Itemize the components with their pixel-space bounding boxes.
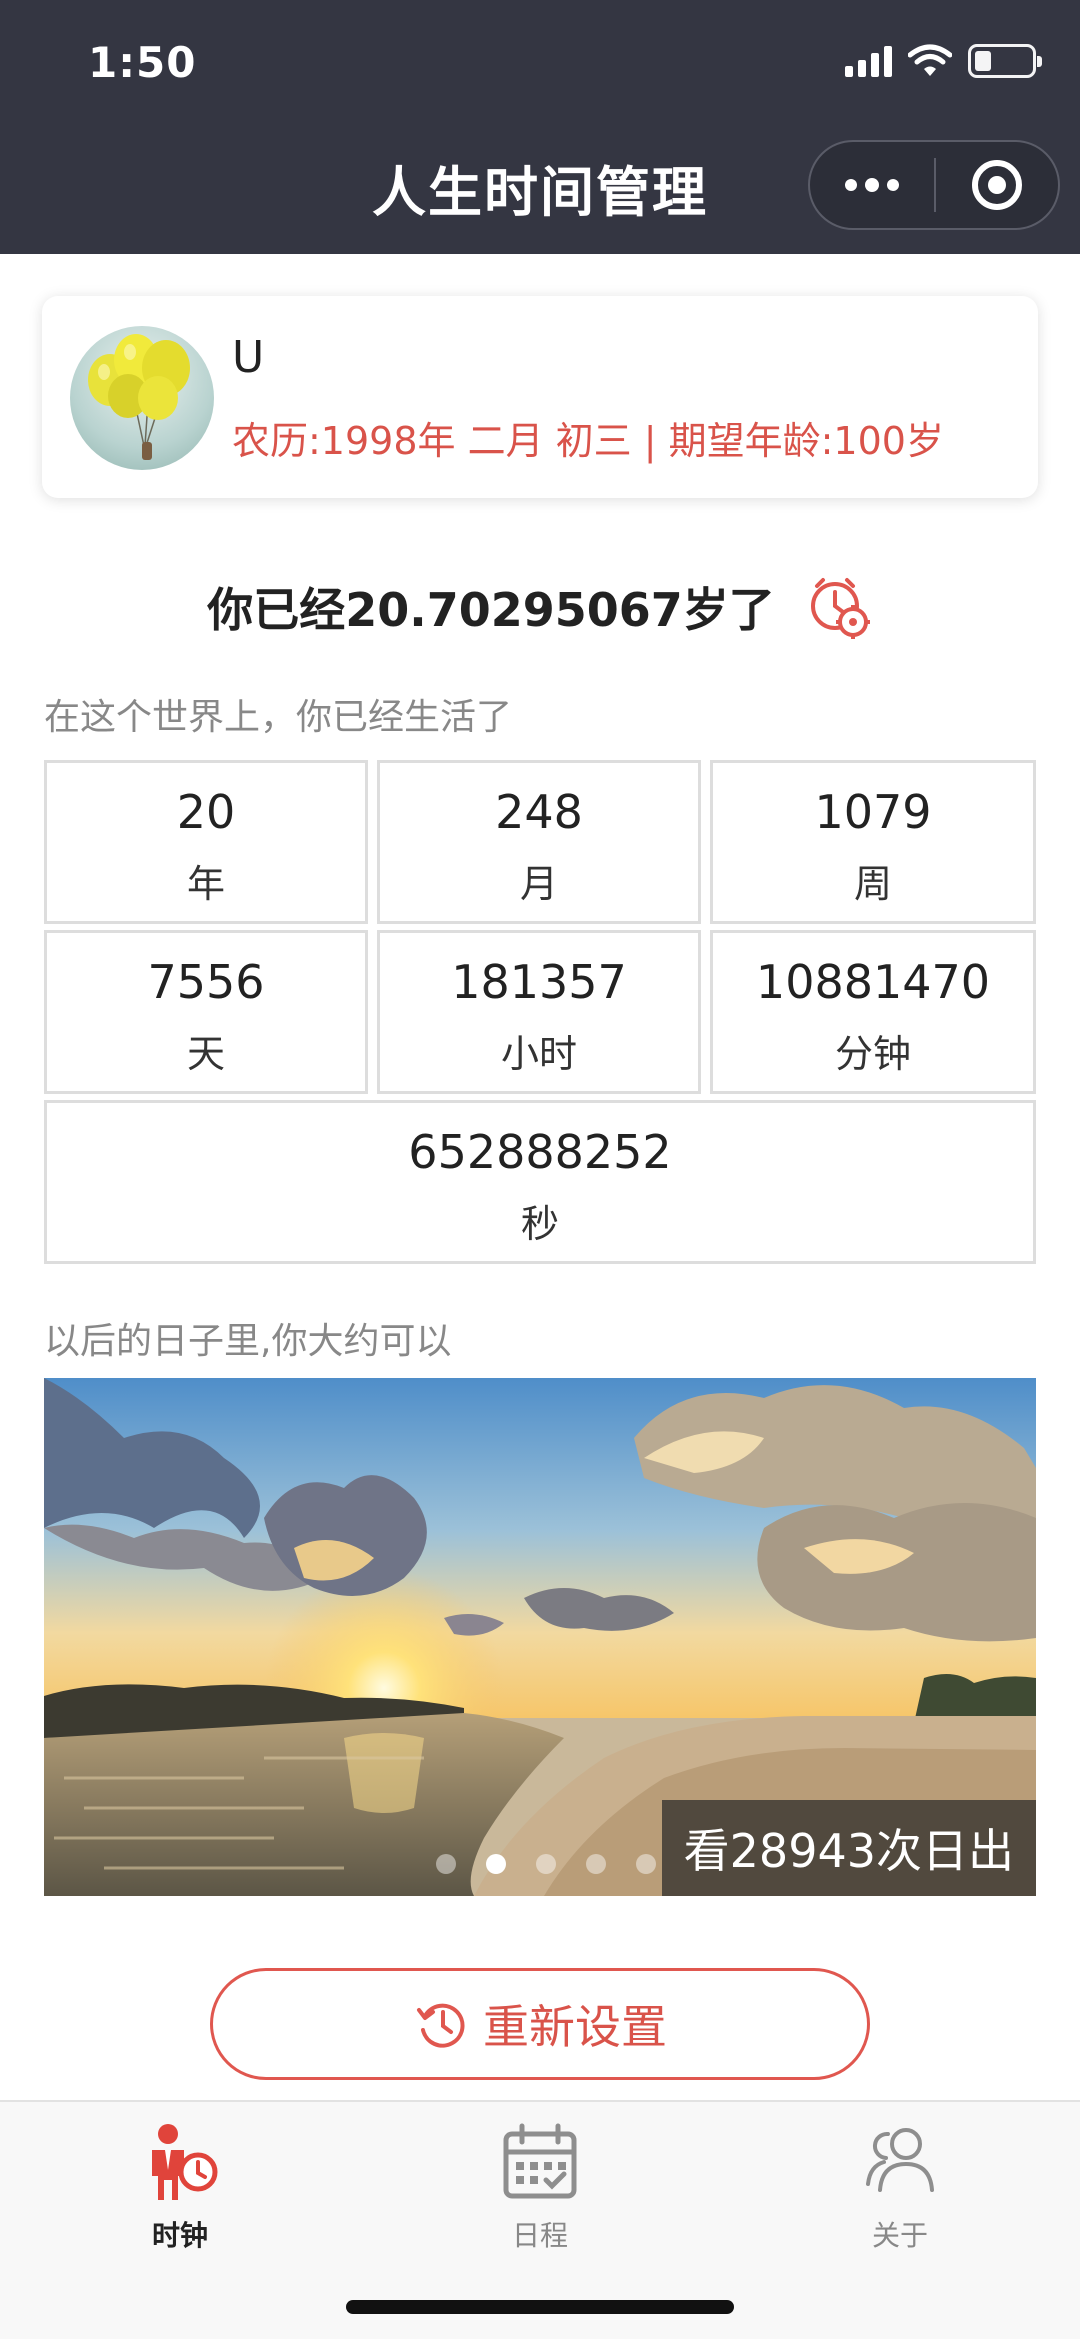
stat-unit: 年 (186, 862, 225, 906)
carousel-dot-active[interactable] (486, 1854, 506, 1874)
stat-value: 7556 (147, 955, 265, 1009)
cellular-signal-icon (845, 45, 892, 77)
stat-value: 652888252 (408, 1125, 672, 1179)
mini-program-capsule (808, 140, 1060, 230)
banner-caption: 看28943次日出 (661, 1800, 1036, 1896)
status-icons (845, 44, 1042, 78)
carousel-dots[interactable] (436, 1854, 656, 1874)
stat-unit: 天 (186, 1032, 225, 1076)
stat-value: 10881470 (755, 955, 991, 1009)
stat-weeks: 1079 周 (710, 760, 1036, 924)
stat-unit: 月 (519, 862, 558, 906)
top-bar: 1:50 人生时间管理 (0, 0, 1080, 254)
reset-button[interactable]: 重新设置 (210, 1968, 870, 2080)
stat-value: 181357 (451, 955, 627, 1009)
lived-section-label: 在这个世界上，你已经生活了 (44, 697, 513, 738)
stat-days: 7556 天 (44, 930, 368, 1094)
sunrise-banner[interactable]: 看28943次日出 (44, 1378, 1036, 1896)
carousel-dot[interactable] (636, 1854, 656, 1874)
stat-months: 248 月 (377, 760, 701, 924)
carousel-dot[interactable] (436, 1854, 456, 1874)
profile-birth-info: 农历:1998年 二月 初三 | 期望年龄:100岁 (232, 419, 944, 463)
future-section-label: 以后的日子里,你大约可以 (44, 1321, 452, 1362)
stat-unit: 秒 (520, 1202, 559, 1246)
more-button[interactable] (810, 142, 934, 228)
tab-label: 日程 (511, 2219, 568, 2252)
stat-value: 20 (176, 785, 236, 839)
stat-unit: 小时 (500, 1032, 577, 1076)
clock-settings-icon[interactable] (807, 574, 873, 640)
target-icon (971, 160, 1022, 210)
stat-seconds: 652888252 秒 (44, 1100, 1036, 1264)
tab-label: 关于 (871, 2219, 928, 2252)
calendar-icon (503, 2123, 577, 2199)
stat-years: 20 年 (44, 760, 368, 924)
avatar (70, 326, 214, 470)
profile-name: U (232, 332, 265, 383)
home-indicator (346, 2300, 734, 2314)
stat-unit: 周 (853, 862, 892, 906)
stat-value: 1079 (814, 785, 932, 839)
tab-clock[interactable]: 时钟 (0, 2120, 360, 2254)
wifi-icon (908, 44, 952, 76)
stat-hours: 181357 小时 (377, 930, 701, 1094)
person-clock-icon (152, 2124, 218, 2200)
battery-icon (968, 44, 1042, 78)
stat-minutes: 10881470 分钟 (710, 930, 1036, 1094)
profile-card[interactable]: U 农历:1998年 二月 初三 | 期望年龄:100岁 (42, 296, 1038, 498)
age-text: 你已经20.70295067岁了 (207, 583, 775, 637)
users-icon (866, 2128, 934, 2192)
status-time: 1:50 (88, 38, 197, 87)
carousel-dot[interactable] (586, 1854, 606, 1874)
tab-schedule[interactable]: 日程 (360, 2120, 720, 2254)
age-headline: 你已经20.70295067岁了 (0, 574, 1080, 640)
stat-unit: 分钟 (834, 1032, 911, 1076)
reset-clock-icon (417, 2003, 465, 2048)
stat-value: 248 (495, 785, 583, 839)
carousel-dot[interactable] (536, 1854, 556, 1874)
tab-about[interactable]: 关于 (720, 2120, 1080, 2254)
tab-label: 时钟 (151, 2219, 208, 2252)
close-button[interactable] (936, 142, 1058, 228)
reset-button-label: 重新设置 (483, 2000, 667, 2054)
